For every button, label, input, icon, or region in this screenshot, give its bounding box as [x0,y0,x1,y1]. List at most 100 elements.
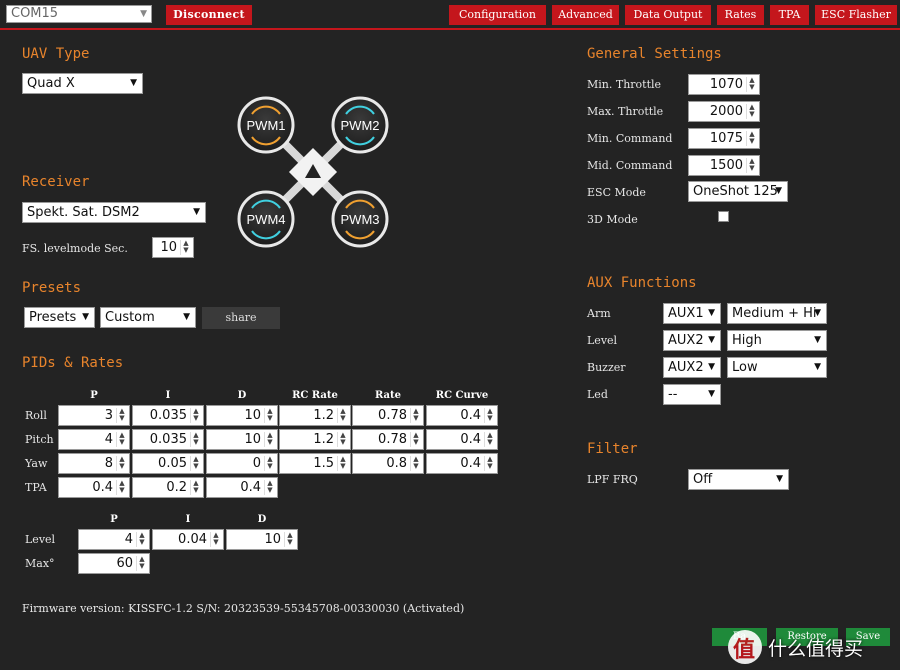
spinner-icon[interactable]: ▲ ▼ [116,480,127,495]
spinner-icon[interactable]: ▲ ▼ [136,532,147,547]
pid-roll-p-input[interactable]: 3 ▲ ▼ [58,405,130,426]
max-throttleinput[interactable]: 2000 ▲ ▼ [688,101,760,122]
pid-pitch-p-input[interactable]: 4 ▲ ▼ [58,429,130,450]
pid-roll-d-input[interactable]: 10 ▲ ▼ [206,405,278,426]
max-angle-label: Max° [25,557,55,570]
tab-esc-flasher[interactable]: ESC Flasher [815,5,897,25]
tab-tpa[interactable]: TPA [770,5,809,25]
spinner-icon[interactable]: ▲ ▼ [410,456,421,471]
spinner-icon[interactable]: ▲ ▼ [484,432,495,447]
aux-level-range-select-value: High [732,333,762,348]
pid-pitch-rate-input[interactable]: 0.78 ▲ ▼ [352,429,424,450]
spinner-icon[interactable]: ▲ ▼ [264,432,275,447]
level-col-d: D [257,514,267,525]
spinner-icon[interactable]: ▲ ▼ [746,104,757,119]
fs-levelmode-input[interactable]: 10 ▲ ▼ [152,237,194,258]
spinner-icon[interactable]: ▲ ▼ [190,408,201,423]
spinner-icon[interactable]: ▲ ▼ [337,408,348,423]
spinner-icon[interactable]: ▲ ▼ [190,480,201,495]
pid-yaw-i-input[interactable]: 0.05 ▲ ▼ [132,453,204,474]
pid-pitch-i-input[interactable]: 0.035 ▲ ▼ [132,429,204,450]
pid-tpa-p-input[interactable]: 0.4 ▲ ▼ [58,477,130,498]
pid-yaw-p-input[interactable]: 8 ▲ ▼ [58,453,130,474]
filter-title: Filter [587,441,638,457]
spinner-icon[interactable]: ▲ ▼ [337,456,348,471]
aux-arm-range-select[interactable]: Medium + Hi ▼ [727,303,827,324]
spinner-icon[interactable]: ▲ ▼ [264,408,275,423]
spinner-icon[interactable]: ▲ ▼ [746,158,757,173]
aux-buzzer-channel-select[interactable]: AUX2 ▼ [663,357,721,378]
pid-yaw-d-input[interactable]: 0 ▲ ▼ [206,453,278,474]
esc-mode-select[interactable]: OneShot 125 ▼ [688,181,788,202]
lpf-frq-select[interactable]: Off ▼ [688,469,789,490]
chevron-down-icon: ▼ [814,308,821,318]
lpf-frq-value: Off [693,472,713,487]
spinner-icon[interactable]: ▲ ▼ [484,456,495,471]
aux-arm-channel-select[interactable]: AUX1 ▼ [663,303,721,324]
min-throttleinput[interactable]: 1070 ▲ ▼ [688,74,760,95]
aux-level-channel-select[interactable]: AUX2 ▼ [663,330,721,351]
pid-pitch-d-input[interactable]: 10 ▲ ▼ [206,429,278,450]
pid-yaw-rc-rate-input-value: 1.5 [313,456,334,471]
pid-pitch-d-input-value: 10 [244,432,261,447]
spinner-icon[interactable]: ▲ ▼ [116,432,127,447]
level-col-i: I [185,514,191,525]
pid-yaw-rc-curve-input[interactable]: 0.4 ▲ ▼ [426,453,498,474]
max-angle-input[interactable]: 60 ▲ ▼ [78,553,150,574]
min-throttleinput-value: 1070 [709,77,743,92]
tab-data-output[interactable]: Data Output [625,5,711,25]
level-i-input[interactable]: 0.04 ▲ ▼ [152,529,224,550]
pid-tpa-d-input[interactable]: 0.4 ▲ ▼ [206,477,278,498]
pid-roll-rate-input[interactable]: 0.78 ▲ ▼ [352,405,424,426]
disconnect-button[interactable]: Disconnect [166,5,252,25]
receiver-select[interactable]: Spekt. Sat. DSM2 ▼ [22,202,206,223]
aux-level-range-select[interactable]: High ▼ [727,330,827,351]
uav-type-select[interactable]: Quad X ▼ [22,73,143,94]
custom-value: Custom [105,310,155,325]
tab-advanced[interactable]: Advanced [552,5,619,25]
pid-roll-rc-rate-input[interactable]: 1.2 ▲ ▼ [279,405,351,426]
share-button[interactable]: share [202,307,280,329]
pid-yaw-rate-input[interactable]: 0.8 ▲ ▼ [352,453,424,474]
mid-commandinput[interactable]: 1500 ▲ ▼ [688,155,760,176]
receiver-value: Spekt. Sat. DSM2 [27,205,140,220]
pids-rates-title: PIDs & Rates [22,355,124,371]
3d-mode-checkbox[interactable] [718,211,729,222]
pid-roll-rc-curve-input-value: 0.4 [460,408,481,423]
port-select[interactable]: COM15 ▼ [6,5,152,23]
spinner-icon[interactable]: ▲ ▼ [136,556,147,571]
spinner-icon[interactable]: ▲ ▼ [264,480,275,495]
spinner-icon[interactable]: ▲ ▼ [337,432,348,447]
spinner-icon[interactable]: ▲ ▼ [410,408,421,423]
custom-select[interactable]: Custom ▼ [100,307,196,328]
spinner-icon[interactable]: ▲ ▼ [284,532,295,547]
spinner-icon[interactable]: ▲ ▼ [210,532,221,547]
spinner-icon[interactable]: ▲ ▼ [116,408,127,423]
spinner-icon[interactable]: ▲ ▼ [264,456,275,471]
spinner-icon[interactable]: ▲ ▼ [190,456,201,471]
level-p-input[interactable]: 4 ▲ ▼ [78,529,150,550]
pid-pitch-rc-rate-input[interactable]: 1.2 ▲ ▼ [279,429,351,450]
spinner-icon[interactable]: ▲ ▼ [484,408,495,423]
aux-buzzer-range-select[interactable]: Low ▼ [727,357,827,378]
spinner-icon[interactable]: ▲ ▼ [410,432,421,447]
pid-pitch-rc-curve-input[interactable]: 0.4 ▲ ▼ [426,429,498,450]
chevron-down-icon: ▼ [140,9,147,19]
pid-roll-rc-curve-input[interactable]: 0.4 ▲ ▼ [426,405,498,426]
pid-yaw-rc-rate-input[interactable]: 1.5 ▲ ▼ [279,453,351,474]
level-d-input[interactable]: 10 ▲ ▼ [226,529,298,550]
spinner-icon[interactable]: ▲ ▼ [746,131,757,146]
pid-roll-i-input[interactable]: 0.035 ▲ ▼ [132,405,204,426]
aux-led-channel-select[interactable]: -- ▼ [663,384,721,405]
presets-select[interactable]: Presets ▼ [24,307,95,328]
tab-configuration[interactable]: Configuration [449,5,546,25]
pid-pitch-rc-rate-input-value: 1.2 [313,432,334,447]
spinner-icon[interactable]: ▲ ▼ [746,77,757,92]
pid-tpa-i-input[interactable]: 0.2 ▲ ▼ [132,477,204,498]
spinner-icon[interactable]: ▲ ▼ [116,456,127,471]
tab-rates[interactable]: Rates [717,5,764,25]
spinner-icon[interactable]: ▲ ▼ [190,432,201,447]
spinner-icon[interactable]: ▲ ▼ [180,240,191,255]
min-commandinput[interactable]: 1075 ▲ ▼ [688,128,760,149]
aux-arm-channel-select-value: AUX1 [668,306,704,321]
